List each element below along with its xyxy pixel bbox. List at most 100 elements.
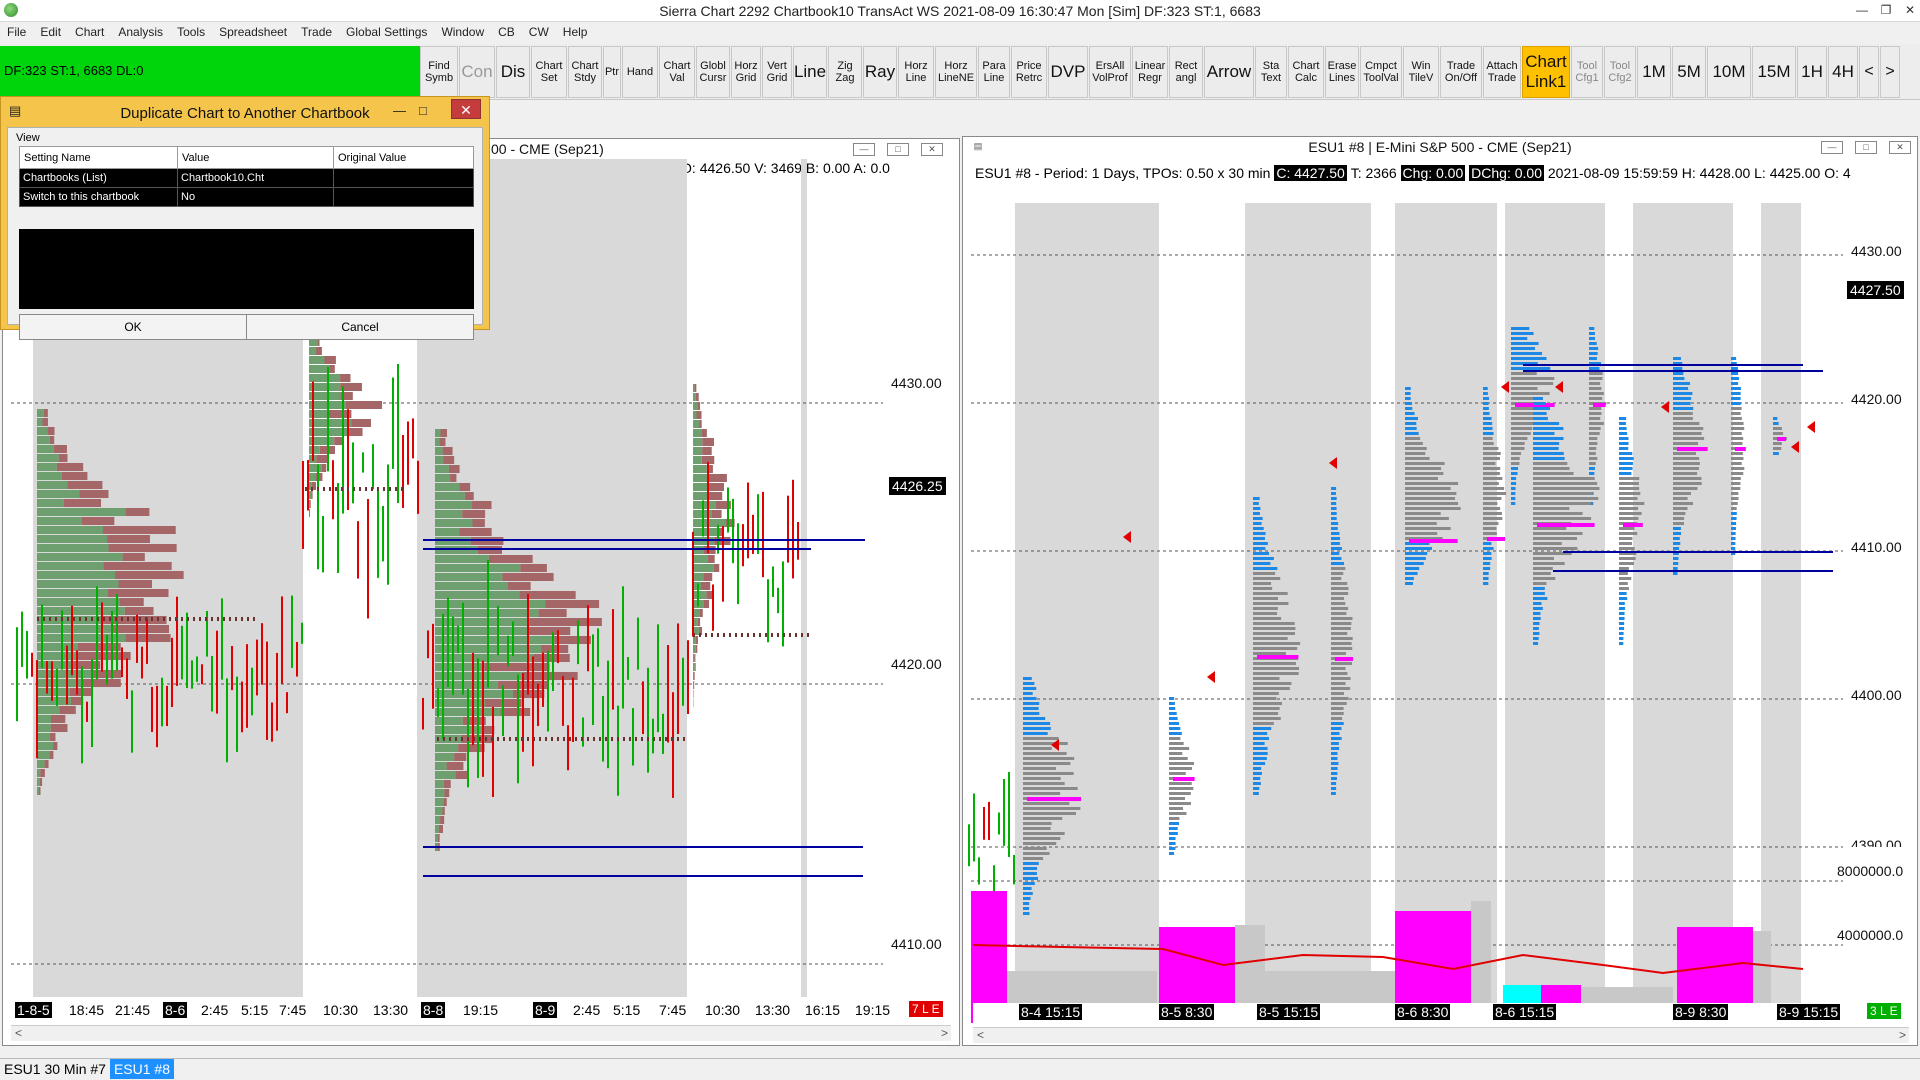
right-chart-plot[interactable] [963, 157, 1919, 1027]
toolbar-button-1m[interactable]: 1M [1637, 46, 1671, 98]
toolbar-button-attach-trade[interactable]: Attach Trade [1483, 46, 1521, 98]
toolbar-button-erase-lines[interactable]: Erase Lines [1325, 46, 1359, 98]
menu-analysis[interactable]: Analysis [111, 22, 170, 39]
toolbar-button-horz-grid[interactable]: Horz Grid [731, 46, 761, 98]
tpo-row [1533, 622, 1540, 625]
tab-chart-7[interactable]: ESU1 30 Min #7 [0, 1059, 110, 1079]
toolbar-button-cmpct-toolval[interactable]: Cmpct ToolVal [1360, 46, 1402, 98]
chart-close-icon[interactable]: ✕ [921, 143, 943, 156]
toolbar-button-[interactable]: < [1859, 46, 1879, 98]
dialog-close-button[interactable]: ✕ [451, 99, 481, 119]
chart-system-icon[interactable]: ▤ [967, 141, 989, 154]
menu-global-settings[interactable]: Global Settings [339, 22, 434, 39]
tpo-poc [1537, 523, 1595, 527]
horizontal-scrollbar[interactable]: < > [973, 1027, 1909, 1043]
chart-minimize-icon[interactable]: — [1821, 141, 1843, 154]
table-row[interactable]: Switch to this chartbook No [19, 187, 474, 207]
toolbar-button-hand[interactable]: Hand [622, 46, 658, 98]
ok-button[interactable]: OK [19, 314, 247, 340]
toolbar-button-dvp[interactable]: DVP [1048, 46, 1088, 98]
toolbar-button-globl-cursr[interactable]: Globl Cursr [696, 46, 730, 98]
toolbar-button-line[interactable]: Line [793, 46, 827, 98]
volume-bar-down [500, 708, 531, 716]
tpo-row [1253, 732, 1268, 735]
chart-minimize-icon[interactable]: — [853, 143, 875, 156]
toolbar-button-trade-onoff[interactable]: Trade On/Off [1440, 46, 1482, 98]
horizontal-scrollbar[interactable]: < > [11, 1025, 951, 1041]
menu-spreadsheet[interactable]: Spreadsheet [212, 22, 294, 39]
dialog-system-icon[interactable]: ▤ [9, 103, 21, 119]
minimize-button[interactable]: — [1850, 1, 1874, 19]
toolbar-button-horz-line[interactable]: Horz Line [898, 46, 934, 98]
restore-button[interactable]: ❐ [1874, 1, 1898, 19]
volume-bar-up [693, 429, 702, 437]
toolbar-button-tool-cfg2[interactable]: Tool Cfg2 [1604, 46, 1636, 98]
toolbar-button-ersall-volprof[interactable]: ErsAll VolProf [1089, 46, 1131, 98]
setting-value-cell[interactable]: No [177, 187, 334, 207]
volume-bar-down [694, 384, 697, 392]
tpo-row [1619, 502, 1645, 505]
column-header[interactable]: Setting Name [19, 146, 178, 169]
chart-maximize-icon[interactable]: □ [1855, 141, 1877, 154]
menu-cb[interactable]: CB [491, 22, 522, 39]
menu-chart[interactable]: Chart [68, 22, 111, 39]
chart-window-tpo[interactable]: ESU1 #8 | E-Mini S&P 500 - CME (Sep21) ▤… [962, 136, 1918, 1046]
tpo-row [1731, 422, 1744, 425]
chart-close-icon[interactable]: ✕ [1889, 141, 1911, 154]
toolbar-button-chart-calc[interactable]: Chart Calc [1288, 46, 1324, 98]
toolbar-button-zig-zag[interactable]: Zig Zag [828, 46, 862, 98]
menu-window[interactable]: Window [434, 22, 491, 39]
tab-chart-8[interactable]: ESU1 #8 [109, 1059, 174, 1079]
toolbar-button-chart-link1[interactable]: Chart Link1 [1522, 46, 1570, 98]
toolbar-button-win-tilev[interactable]: Win TileV [1403, 46, 1439, 98]
volume-axis-label: 4000000.0 [1837, 927, 1904, 943]
toolbar-button-5m[interactable]: 5M [1672, 46, 1706, 98]
toolbar-button-chart-stdy[interactable]: Chart Stdy [568, 46, 602, 98]
menu-tools[interactable]: Tools [170, 22, 212, 39]
toolbar-button-arrow[interactable]: Arrow [1204, 46, 1254, 98]
toolbar-button-con[interactable]: Con [459, 46, 495, 98]
toolbar-button-15m[interactable]: 15M [1752, 46, 1796, 98]
table-row[interactable]: Chartbooks (List) Chartbook10.Cht [19, 168, 474, 188]
tpo-row [1253, 502, 1259, 505]
toolbar-button-tool-cfg1[interactable]: Tool Cfg1 [1571, 46, 1603, 98]
red-marker [1207, 671, 1215, 683]
dialog-minimize-icon[interactable]: — [393, 103, 406, 118]
chart-maximize-icon[interactable]: □ [887, 143, 909, 156]
toolbar-button-find-symb[interactable]: Find Symb [420, 46, 458, 98]
toolbar-button-1h[interactable]: 1H [1797, 46, 1827, 98]
toolbar-button-10m[interactable]: 10M [1707, 46, 1751, 98]
tpo-row [1619, 527, 1635, 530]
toolbar-button-horz-linene[interactable]: Horz LineNE [935, 46, 977, 98]
menu-trade[interactable]: Trade [294, 22, 339, 39]
toolbar-button-vert-grid[interactable]: Vert Grid [762, 46, 792, 98]
toolbar-button-ray[interactable]: Ray [863, 46, 897, 98]
tpo-row [1589, 462, 1596, 465]
toolbar-button-[interactable]: > [1880, 46, 1900, 98]
setting-value-cell[interactable]: Chartbook10.Cht [177, 168, 334, 188]
toolbar-button-para-line[interactable]: Para Line [978, 46, 1010, 98]
tpo-row [1673, 497, 1688, 500]
tpo-row [1331, 622, 1352, 625]
toolbar-button-linear-regr[interactable]: Linear Regr [1132, 46, 1168, 98]
time-axis-label: 18:45 [69, 1002, 105, 1018]
dialog-maximize-icon[interactable]: □ [419, 103, 427, 118]
column-header[interactable]: Original Value [333, 146, 474, 169]
cancel-button[interactable]: Cancel [246, 314, 474, 340]
menu-help[interactable]: Help [556, 22, 595, 39]
menu-cw[interactable]: CW [522, 22, 556, 39]
menu-file[interactable]: File [0, 22, 33, 39]
toolbar-button-sta-text[interactable]: Sta Text [1255, 46, 1287, 98]
toolbar-button-chart-val[interactable]: Chart Val [659, 46, 695, 98]
toolbar-button-rect-angl[interactable]: Rect angl [1169, 46, 1203, 98]
column-header[interactable]: Value [177, 146, 334, 169]
menu-edit[interactable]: Edit [33, 22, 68, 39]
tpo-row [1731, 547, 1736, 550]
toolbar-button-4h[interactable]: 4H [1828, 46, 1858, 98]
toolbar-button-dis[interactable]: Dis [496, 46, 530, 98]
close-window-button[interactable]: ✕ [1898, 1, 1920, 19]
tpo-row [1589, 372, 1603, 375]
toolbar-button-ptr[interactable]: Ptr [603, 46, 621, 98]
toolbar-button-chart-set[interactable]: Chart Set [531, 46, 567, 98]
toolbar-button-price-retrc[interactable]: Price Retrc [1011, 46, 1047, 98]
